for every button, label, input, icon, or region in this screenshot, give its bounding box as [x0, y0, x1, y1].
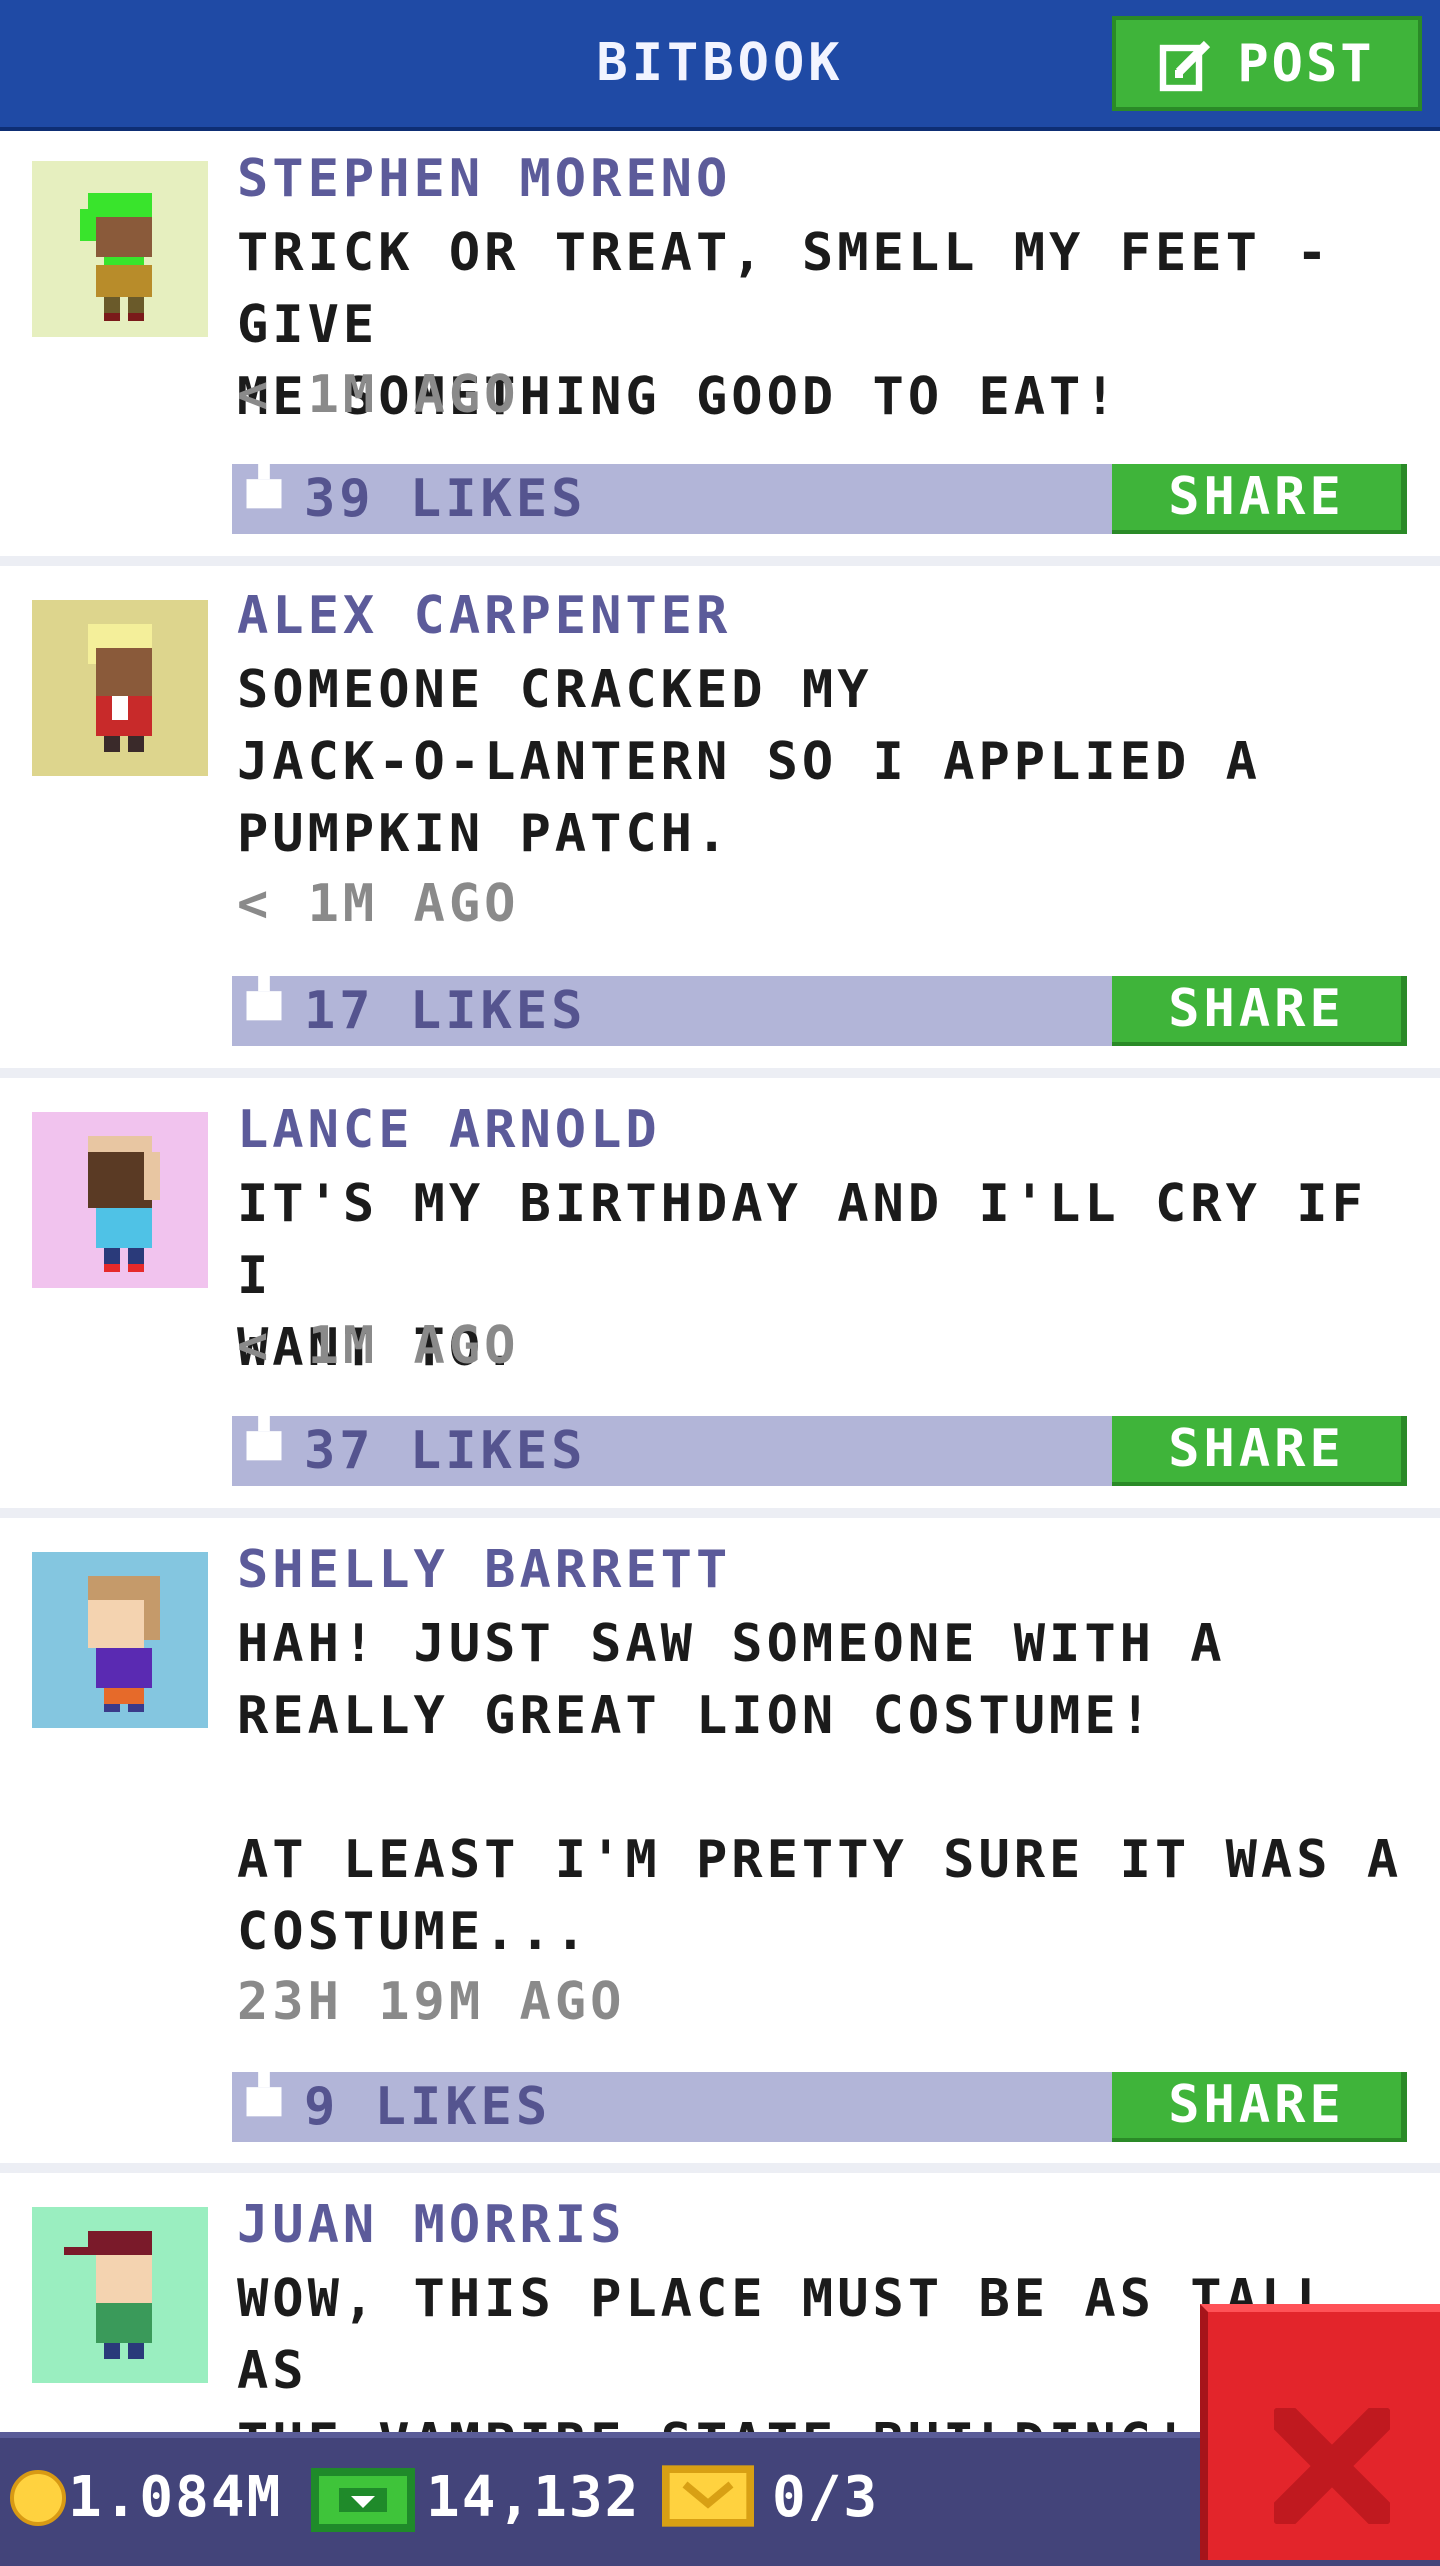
- post-time: < 1M AGO: [237, 874, 520, 934]
- close-button[interactable]: [1200, 2304, 1440, 2560]
- thumbs-up-icon: [246, 962, 282, 1021]
- ticket-icon: [662, 2465, 754, 2527]
- like-count[interactable]: 39 LIKES: [304, 464, 586, 534]
- like-bar: 39 LIKES SHARE: [232, 450, 1407, 534]
- like-bar: 9 LIKES SHARE: [232, 2058, 1407, 2142]
- post-author[interactable]: LANCE ARNOLD: [237, 1100, 661, 1160]
- like-count[interactable]: 17 LIKES: [304, 976, 586, 1046]
- feed-post: ALEX CARPENTER SOMEONE CRACKED MY JACK-O…: [0, 566, 1440, 1078]
- post-button-label: POST: [1237, 33, 1375, 94]
- post-author[interactable]: JUAN MORRIS: [237, 2195, 625, 2255]
- like-bar: 37 LIKES SHARE: [232, 1402, 1407, 1486]
- post-time: < 1M AGO: [237, 365, 520, 425]
- like-bar: 17 LIKES SHARE: [232, 962, 1407, 1046]
- thumbs-up-icon: [246, 1402, 282, 1461]
- avatar-cap-icon: [32, 2207, 208, 2383]
- avatar-blonde-icon: [32, 600, 208, 776]
- post-message: HAH! JUST SAW SOMEONE WITH A REALLY GREA…: [237, 1614, 1403, 1962]
- post-author[interactable]: ALEX CARPENTER: [237, 586, 731, 646]
- avatar: [32, 2207, 208, 2383]
- post-time: 23H 19M AGO: [237, 1972, 626, 2032]
- header-bar: BITBOOK POST: [0, 0, 1440, 131]
- post-author[interactable]: STEPHEN MORENO: [237, 149, 731, 209]
- avatar: [32, 1112, 208, 1288]
- thumbs-up-icon: [246, 2058, 282, 2117]
- like-count[interactable]: 37 LIKES: [304, 1416, 586, 1486]
- share-button[interactable]: SHARE: [1112, 976, 1407, 1046]
- post-time: < 1M AGO: [237, 1316, 520, 1376]
- avatar: [32, 1552, 208, 1728]
- like-count[interactable]: 9 LIKES: [304, 2072, 551, 2142]
- share-button[interactable]: SHARE: [1112, 464, 1407, 534]
- share-button[interactable]: SHARE: [1112, 1416, 1407, 1486]
- close-icon: [1274, 2408, 1390, 2524]
- avatar: [32, 161, 208, 337]
- feed-post: STEPHEN MORENO TRICK OR TREAT, SMELL MY …: [0, 131, 1440, 566]
- feed-post: SHELLY BARRETT HAH! JUST SAW SOMEONE WIT…: [0, 1518, 1440, 2173]
- avatar-brown-hair-icon: [32, 1552, 208, 1728]
- compose-icon: [1160, 40, 1211, 91]
- avatar: [32, 600, 208, 776]
- coins-value: 1.084M: [68, 2465, 283, 2530]
- share-button[interactable]: SHARE: [1112, 2072, 1407, 2142]
- coin-icon: [10, 2470, 66, 2526]
- bux-icon: [311, 2468, 415, 2532]
- post-button[interactable]: POST: [1112, 16, 1422, 111]
- post-author[interactable]: SHELLY BARRETT: [237, 1540, 731, 1600]
- tickets-value: 0/3: [772, 2465, 880, 2530]
- thumbs-up-icon: [246, 450, 282, 509]
- bux-value: 14,132: [426, 2465, 641, 2530]
- feed-post: LANCE ARNOLD IT'S MY BIRTHDAY AND I'LL C…: [0, 1078, 1440, 1518]
- avatar-bald-icon: [32, 1112, 208, 1288]
- avatar-green-hair-icon: [32, 161, 208, 337]
- post-message: SOMEONE CRACKED MY JACK-O-LANTERN SO I A…: [237, 660, 1261, 864]
